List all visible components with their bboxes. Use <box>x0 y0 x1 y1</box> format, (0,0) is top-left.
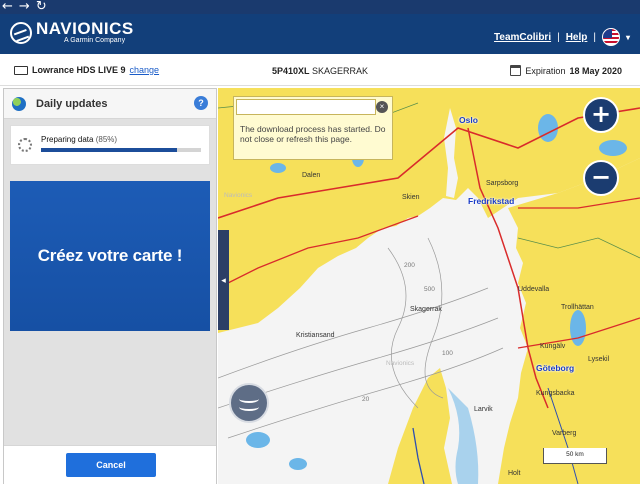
map-city-label: Göteborg <box>536 363 575 373</box>
map-town-label: Trollhättan <box>561 304 594 311</box>
map-city-label: Oslo <box>459 115 478 125</box>
panel-footer: Cancel <box>4 445 216 484</box>
chart-region: SKAGERRAK <box>312 66 369 76</box>
tooltip-message: The download process has started. Do not… <box>240 124 386 144</box>
navionics-logo[interactable]: NAVIONICS A Garmin Company <box>10 20 134 45</box>
expiration-date: 18 May 2020 <box>569 65 622 76</box>
site-header: NAVIONICS A Garmin Company TeamColibri |… <box>0 14 640 54</box>
logo-subtitle: A Garmin Company <box>64 37 126 44</box>
panel-title: Daily updates <box>36 97 108 110</box>
map-town-label: Larvik <box>474 406 493 413</box>
progress-label: Preparing data <box>41 135 94 144</box>
expiration-info: Expiration 18 May 2020 <box>510 65 622 76</box>
map-town-label: Lysekil <box>588 356 610 363</box>
map-region-label: Skagerrak <box>410 306 442 313</box>
progress-box: Preparing data (85%) <box>10 125 210 165</box>
user-account-link[interactable]: TeamColibri <box>494 32 551 43</box>
help-icon[interactable]: ? <box>194 96 208 110</box>
close-icon[interactable]: × <box>376 101 388 113</box>
zoom-out-button[interactable]: − <box>583 160 619 196</box>
us-flag-icon[interactable] <box>601 28 620 46</box>
map-watermark: Navionics <box>224 192 253 199</box>
progress-percent: (85%) <box>95 135 118 144</box>
device-name: Lowrance HDS LIVE 9 <box>32 65 126 75</box>
map-watermark: Navionics <box>386 360 415 367</box>
banner-text: Créez votre carte ! <box>37 246 183 265</box>
progress-bar <box>41 148 201 152</box>
header-separator: | <box>593 31 596 43</box>
forward-arrow-icon[interactable]: → <box>19 0 30 13</box>
reload-icon[interactable]: ↻ <box>36 0 47 13</box>
cancel-button[interactable]: Cancel <box>66 453 156 477</box>
map-town-label: Holt <box>508 470 521 477</box>
daily-updates-panel: Daily updates ? Preparing data (85%) Cré… <box>3 88 217 484</box>
map-town-label: Sarpsborg <box>486 180 519 187</box>
calendar-icon <box>510 65 522 76</box>
expiration-label: Expiration <box>525 65 566 76</box>
chart-code: 5P410XL <box>272 66 310 76</box>
panel-collapse-handle[interactable]: ◂ <box>218 230 229 330</box>
device-info: Lowrance HDS LIVE 9 change <box>14 65 159 75</box>
sonar-layer-button[interactable] <box>229 383 269 423</box>
globe-icon <box>12 96 26 111</box>
navionics-logo-icon <box>10 21 32 44</box>
progress-bar-fill <box>41 148 177 152</box>
map-town-label: Skien <box>402 194 420 201</box>
panel-header: Daily updates ? <box>4 89 216 119</box>
map-town-label: Varberg <box>552 430 577 437</box>
map-town-label: Kungälv <box>540 343 566 350</box>
zoom-in-button[interactable]: + <box>583 97 619 133</box>
map-scale-bar: 50 km <box>543 448 607 464</box>
map-town-label: Dalen <box>302 172 321 179</box>
tooltip-input <box>236 99 376 115</box>
spinner-icon <box>18 138 32 152</box>
map-city-label: Fredrikstad <box>468 196 515 206</box>
help-link[interactable]: Help <box>566 32 588 43</box>
device-bar: Lowrance HDS LIVE 9 change 5P410XL SKAGE… <box>0 54 640 86</box>
map-depth-label: 500 <box>424 286 435 293</box>
download-tooltip: × The download process has started. Do n… <box>233 96 393 160</box>
map-town-label: Uddevalla <box>518 286 550 293</box>
back-arrow-icon[interactable]: ← <box>2 0 13 13</box>
map-depth-label: 20 <box>362 396 370 403</box>
browser-nav-bar: ← → ↻ <box>0 0 640 14</box>
map-town-label: Kristiansand <box>296 332 335 339</box>
device-screen-icon <box>14 65 28 75</box>
header-links: TeamColibri | Help | ▾ <box>494 28 630 46</box>
map-depth-label: 100 <box>442 350 453 357</box>
language-caret-icon[interactable]: ▾ <box>626 33 630 42</box>
header-separator: | <box>557 31 560 43</box>
map-depth-label: 200 <box>404 262 415 269</box>
chart-info: 5P410XL SKAGERRAK <box>272 66 368 76</box>
logo-title: NAVIONICS <box>36 19 134 38</box>
create-chart-banner[interactable]: Créez votre carte ! <box>10 181 210 331</box>
change-device-link[interactable]: change <box>130 65 160 75</box>
map-town-label: Kungsbacka <box>536 390 575 397</box>
